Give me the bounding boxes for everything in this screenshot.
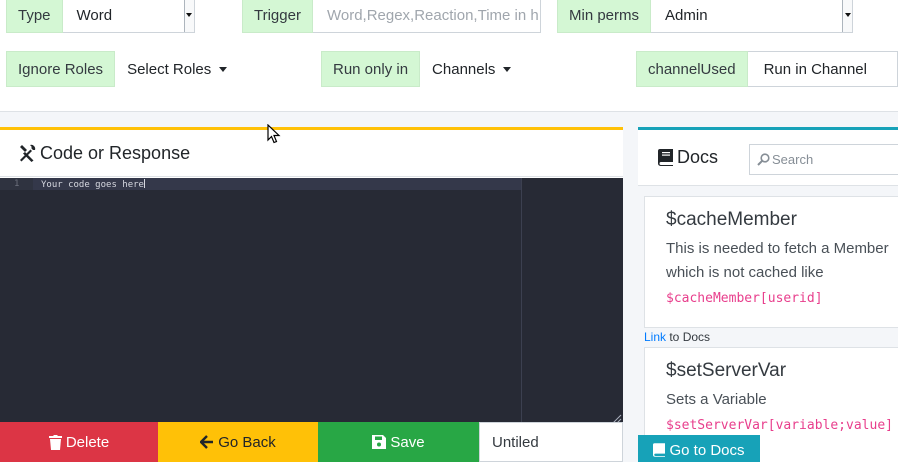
go-back-label: Go Back xyxy=(218,433,276,451)
channel-used-group: channelUsed Run in Channel xyxy=(636,51,898,87)
book-icon xyxy=(658,149,673,166)
run-only-in-label: Run only in xyxy=(321,51,421,87)
docs-title: Docs xyxy=(677,147,719,167)
code-text: Your code goes here xyxy=(41,179,145,190)
docs-link[interactable]: Link xyxy=(644,330,666,344)
arrow-left-icon xyxy=(200,435,214,449)
type-value: Word xyxy=(76,6,113,24)
code-card-title: Code or Response xyxy=(40,142,191,163)
doc-entry-usage: $setServerVar[variable;value] xyxy=(666,418,893,433)
book-icon xyxy=(653,443,666,457)
delete-label: Delete xyxy=(65,433,110,451)
channel-used-select[interactable]: Run in Channel xyxy=(747,51,898,87)
run-only-in-group: Run only in Channels xyxy=(321,51,523,87)
doc-entry-title: $cacheMember xyxy=(666,209,797,230)
docs-card: Docs Search $cacheMember This is needed … xyxy=(638,127,898,462)
trigger-input[interactable]: Word,Regex,Reaction,Time in h xyxy=(312,0,541,33)
chevron-down-icon xyxy=(183,0,194,32)
channel-used-label: channelUsed xyxy=(636,51,748,87)
code-content: Your code goes here xyxy=(41,180,144,190)
docs-link-text: Link to Docs xyxy=(644,330,710,344)
docs-link-suffix: to Docs xyxy=(666,330,711,344)
trigger-label: Trigger xyxy=(242,0,313,33)
min-perms-value: Admin xyxy=(665,6,708,24)
select-roles-label: Select Roles xyxy=(127,60,212,78)
min-perms-group: Min perms Admin xyxy=(557,0,854,33)
docs-search-input[interactable]: Search xyxy=(749,144,898,175)
doc-entry-description: This is needed to fetch a Member which i… xyxy=(666,240,889,281)
command-settings-panel: Type Word Trigger Word,Regex,Reaction,Ti… xyxy=(0,0,898,112)
channels-label: Channels xyxy=(432,60,496,78)
ignore-roles-label: Ignore Roles xyxy=(6,51,116,87)
docs-list: $cacheMember This is needed to fetch a M… xyxy=(638,185,898,462)
go-back-button[interactable]: Go Back xyxy=(158,422,318,462)
save-icon xyxy=(372,435,387,449)
channels-dropdown[interactable]: Channels xyxy=(420,51,523,87)
code-card-header: Code or Response xyxy=(0,130,623,177)
search-icon xyxy=(757,153,770,166)
command-name-input[interactable] xyxy=(479,422,623,462)
save-label: Save xyxy=(390,433,425,451)
min-perms-select[interactable]: Admin xyxy=(651,0,854,33)
trash-icon xyxy=(48,434,62,450)
go-to-docs-button[interactable]: Go to Docs xyxy=(638,435,760,462)
tools-icon xyxy=(20,144,36,162)
type-group: Type Word xyxy=(6,0,195,33)
type-select[interactable]: Word xyxy=(62,0,195,33)
caret-down-icon xyxy=(503,66,512,72)
doc-entry: $cacheMember This is needed to fetch a M… xyxy=(644,196,898,328)
search-placeholder: Search xyxy=(772,152,814,167)
print-margin xyxy=(521,178,522,426)
code-editor[interactable]: 1 Your code goes here xyxy=(0,178,623,426)
doc-entry-title: $setServerVar xyxy=(666,360,787,381)
trigger-group: Trigger Word,Regex,Reaction,Time in h xyxy=(242,0,541,33)
channel-used-value: Run in Channel xyxy=(763,60,867,78)
delete-button[interactable]: Delete xyxy=(0,422,158,462)
trigger-placeholder: Word,Regex,Reaction,Time in h xyxy=(326,6,539,24)
mouse-pointer-icon xyxy=(267,124,281,144)
go-to-docs-label: Go to Docs xyxy=(669,441,745,459)
line-number: 1 xyxy=(14,179,20,189)
doc-entry-description: Sets a Variable xyxy=(666,391,767,408)
min-perms-label: Min perms xyxy=(557,0,652,33)
caret-down-icon xyxy=(219,66,228,72)
action-bar: Delete Go Back Save xyxy=(0,422,623,462)
save-button[interactable]: Save xyxy=(318,422,479,462)
ignore-roles-group: Ignore Roles Select Roles xyxy=(6,51,239,87)
select-roles-dropdown[interactable]: Select Roles xyxy=(115,51,239,87)
doc-entry-usage: $cacheMember[userid] xyxy=(666,291,823,306)
chevron-down-icon xyxy=(842,0,853,32)
type-label: Type xyxy=(6,0,63,33)
code-card: Code or Response 1 Your code goes here xyxy=(0,127,623,426)
text-cursor xyxy=(143,179,145,188)
